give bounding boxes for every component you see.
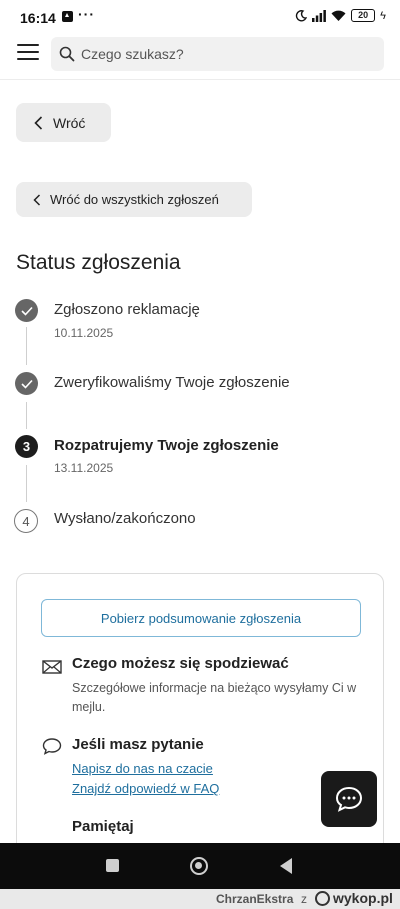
- status-icons: 20 ϟ: [295, 9, 386, 22]
- watermark-logo: wykop.pl: [315, 890, 393, 906]
- timeline-connector: [26, 465, 27, 502]
- wifi-icon: [331, 10, 346, 21]
- expect-title: Czego możesz się spodziewać: [72, 655, 289, 672]
- status-bar: 16:14 ··· 20 ϟ: [0, 0, 400, 34]
- step-4-label: Wysłano/zakończono: [54, 510, 196, 527]
- search-input[interactable]: [81, 46, 361, 62]
- faq-link[interactable]: Znajdź odpowiedź w FAQ: [72, 781, 219, 796]
- top-header: [0, 34, 400, 80]
- expect-text: Szczegółowe informacje na bieżąco wysyła…: [72, 681, 357, 714]
- signal-icon: [312, 9, 327, 22]
- back-triangle-icon[interactable]: [280, 858, 292, 874]
- timeline-connector: [26, 327, 27, 365]
- back-to-all-requests-button[interactable]: Wróć do wszystkich zgłoszeń: [16, 182, 252, 217]
- step-3-label: Rozpatrujemy Twoje zgłoszenie: [54, 437, 279, 454]
- battery-indicator: 20: [351, 9, 376, 22]
- watermark-strip: ChrzanEkstra z wykop.pl: [0, 889, 400, 909]
- check-icon: [20, 379, 33, 389]
- chat-button[interactable]: [321, 771, 377, 827]
- back-to-all-requests-label: Wróć do wszystkich zgłoszeń: [50, 192, 219, 207]
- back-button-label: Wróć: [53, 114, 86, 131]
- step-1-date: 10.11.2025: [54, 326, 114, 340]
- chevron-left-icon: [33, 193, 41, 206]
- search-icon: [59, 46, 75, 62]
- search-bar[interactable]: [51, 37, 384, 71]
- download-summary-button[interactable]: Pobierz podsumowanie zgłoszenia: [41, 599, 361, 637]
- chat-bubble-icon: [335, 786, 363, 812]
- back-button[interactable]: Wróć: [16, 103, 111, 142]
- envelope-icon: [42, 660, 62, 674]
- page-title: Status zgłoszenia: [16, 251, 181, 274]
- step-done-icon: [15, 372, 38, 395]
- check-icon: [20, 306, 33, 316]
- question-title: Jeśli masz pytanie: [72, 736, 204, 753]
- step-1-label: Zgłoszono reklamację: [54, 301, 200, 318]
- step-todo-number: 4: [14, 509, 38, 533]
- system-navigation-bar: [0, 843, 400, 889]
- more-notifications-indicator: ···: [78, 6, 95, 22]
- step-done-icon: [15, 299, 38, 322]
- watermark-site: wykop.pl: [333, 890, 393, 906]
- timeline-connector: [26, 402, 27, 429]
- wykop-logo-icon: [315, 890, 330, 906]
- watermark-separator: z: [301, 892, 307, 906]
- info-card: Pobierz podsumowanie zgłoszenia Czego mo…: [16, 573, 384, 873]
- moon-icon: [296, 9, 308, 21]
- step-3-date: 13.11.2025: [54, 461, 114, 475]
- chat-bubble-icon: [42, 738, 62, 755]
- watermark-username: ChrzanEkstra: [216, 892, 294, 906]
- charging-icon: ϟ: [380, 9, 386, 22]
- remember-title: Pamiętaj: [72, 818, 134, 835]
- chevron-left-icon: [34, 115, 43, 130]
- upload-notification-icon: [62, 11, 73, 22]
- step-2-label: Zweryfikowaliśmy Twoje zgłoszenie: [54, 374, 290, 391]
- home-icon[interactable]: [190, 857, 208, 875]
- recent-apps-icon[interactable]: [106, 859, 119, 872]
- hamburger-menu-icon[interactable]: [17, 44, 39, 62]
- status-time: 16:14: [20, 10, 56, 26]
- chat-link[interactable]: Napisz do nas na czacie: [72, 761, 213, 776]
- step-current-number: 3: [15, 435, 38, 458]
